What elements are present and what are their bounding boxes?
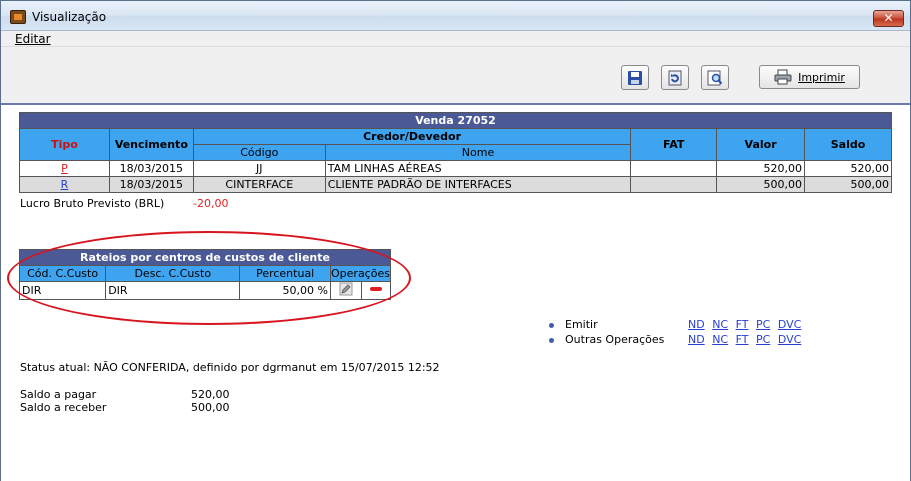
emitir-pc-link[interactable]: PC xyxy=(756,318,770,331)
col-credor-devedor: Credor/Devedor xyxy=(192,128,632,145)
emitir-links: ND NC FT PC DVC xyxy=(688,318,805,331)
menu-edit[interactable]: Editar xyxy=(15,32,51,46)
valor-cell: 520,00 xyxy=(716,160,806,177)
col-vencimento: Vencimento xyxy=(108,128,194,161)
window-title: Visualização xyxy=(32,10,107,24)
codigo-cell: CINTERFACE xyxy=(192,176,326,193)
outras-links: ND NC FT PC DVC xyxy=(688,333,805,346)
col-nome: Nome xyxy=(324,144,632,161)
saldo-cell: 520,00 xyxy=(804,160,892,177)
floppy-disk-icon xyxy=(628,70,642,85)
saldo-summary: Saldo a pagar 520,00 Saldo a receber 500… xyxy=(20,388,240,414)
close-button[interactable]: ✕ xyxy=(873,10,904,27)
saldo-cell: 500,00 xyxy=(804,176,892,193)
title-bar: Visualização ✕ xyxy=(1,1,910,31)
emitir-dvc-link[interactable]: DVC xyxy=(778,318,801,331)
valor-cell: 500,00 xyxy=(716,176,806,193)
saldo-receber-row: Saldo a receber 500,00 xyxy=(20,401,240,414)
emitir-label: Emitir xyxy=(565,318,598,331)
venda-table: Venda 27052 Tipo Vencimento Credor/Deved… xyxy=(19,112,892,193)
nome-cell: CLIENTE PADRÃO DE INTERFACES xyxy=(324,176,632,193)
emitir-ft-link[interactable]: FT xyxy=(736,318,749,331)
print-button-label: Imprimir xyxy=(798,70,845,84)
menu-bar: Editar xyxy=(1,31,910,47)
toolbar: Imprimir xyxy=(1,47,910,105)
codigo-cell: JJ xyxy=(192,160,326,177)
outras-label: Outras Operações xyxy=(565,333,665,346)
status-text: Status atual: NÃO CONFERIDA, definido po… xyxy=(20,361,440,374)
outras-ft-link[interactable]: FT xyxy=(736,333,749,346)
tipo-cell: P xyxy=(19,160,110,177)
col-saldo: Saldo xyxy=(804,128,892,161)
bullet-icon xyxy=(549,338,554,343)
print-button[interactable]: Imprimir xyxy=(759,65,860,89)
outras-nc-link[interactable]: NC xyxy=(712,333,728,346)
col-valor: Valor xyxy=(716,128,806,161)
tipo-cell: R xyxy=(19,176,110,193)
main-content: Venda 27052 Tipo Vencimento Credor/Deved… xyxy=(1,107,910,481)
emitir-nd-link[interactable]: ND xyxy=(688,318,705,331)
saldo-receber-label: Saldo a receber xyxy=(20,401,107,414)
emitir-nc-link[interactable]: NC xyxy=(712,318,728,331)
col-codigo: Código xyxy=(192,144,326,161)
lucro-value: -20,00 xyxy=(193,197,229,210)
tipo-link[interactable]: R xyxy=(61,178,69,191)
nome-cell: TAM LINHAS AÉREAS xyxy=(324,160,632,177)
outras-dvc-link[interactable]: DVC xyxy=(778,333,801,346)
refresh-icon xyxy=(668,70,682,85)
printer-icon xyxy=(774,69,792,85)
app-icon xyxy=(10,10,26,24)
vencimento-cell: 18/03/2015 xyxy=(108,176,194,193)
bullet-icon xyxy=(549,323,554,328)
saldo-pagar-row: Saldo a pagar 520,00 xyxy=(20,388,240,401)
saldo-pagar-label: Saldo a pagar xyxy=(20,388,97,401)
outras-pc-link[interactable]: PC xyxy=(756,333,770,346)
venda-caption: Venda 27052 xyxy=(19,112,892,129)
col-fat: FAT xyxy=(630,128,718,161)
window: Visualização ✕ Editar Imprimir Venda 270… xyxy=(0,0,911,481)
lucro-bruto: Lucro Bruto Previsto (BRL) -20,00 xyxy=(20,197,228,210)
table-row: R 18/03/2015 CINTERFACE CLIENTE PADRÃO D… xyxy=(19,176,892,193)
save-button[interactable] xyxy=(621,65,649,90)
saldo-pagar-value: 520,00 xyxy=(191,388,230,401)
col-tipo[interactable]: Tipo xyxy=(19,128,110,161)
preview-button[interactable] xyxy=(701,65,729,90)
table-row: P 18/03/2015 JJ TAM LINHAS AÉREAS 520,00… xyxy=(19,160,892,177)
lucro-label: Lucro Bruto Previsto (BRL) xyxy=(20,197,165,210)
outras-nd-link[interactable]: ND xyxy=(688,333,705,346)
fat-cell xyxy=(630,176,718,193)
tipo-link[interactable]: P xyxy=(61,162,68,175)
fat-cell xyxy=(630,160,718,177)
highlight-oval xyxy=(7,231,411,325)
vencimento-cell: 18/03/2015 xyxy=(108,160,194,177)
magnifier-icon xyxy=(707,70,723,85)
saldo-receber-value: 500,00 xyxy=(191,401,230,414)
refresh-button[interactable] xyxy=(661,65,689,90)
